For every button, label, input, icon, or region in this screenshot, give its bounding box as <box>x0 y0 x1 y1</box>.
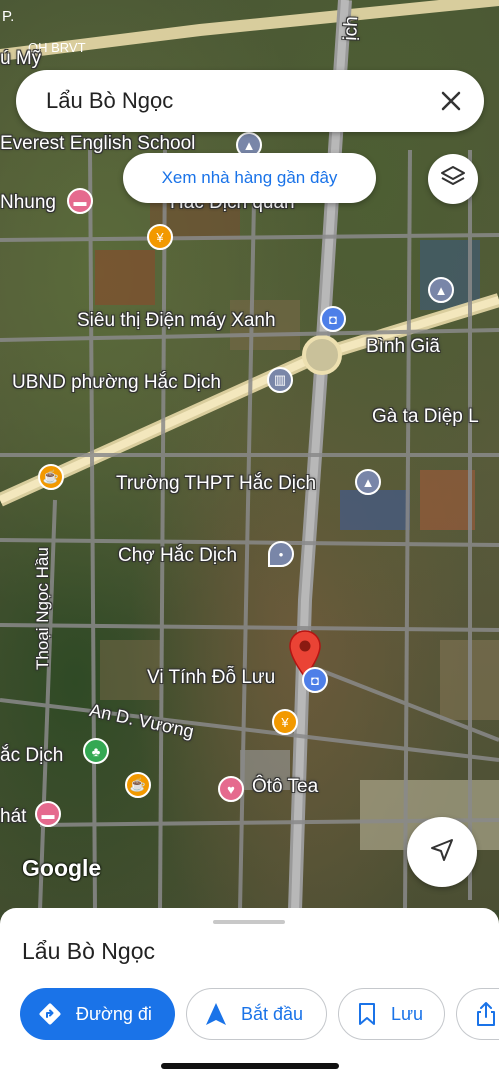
my-location-button[interactable] <box>407 817 477 887</box>
directions-icon <box>38 1002 62 1026</box>
map-view[interactable]: P. QH BRVT ú Mỹ Everest English School ▲… <box>0 0 499 910</box>
share-icon <box>475 1001 497 1027</box>
park-icon[interactable]: ♣ <box>83 738 109 764</box>
restaurant-icon-2[interactable]: ¥ <box>272 709 298 735</box>
location-arrow-icon <box>429 837 455 868</box>
government-icon[interactable]: ▥ <box>267 367 293 393</box>
cafe-icon-2[interactable]: ☕ <box>125 772 151 798</box>
search-bar[interactable]: Lẩu Bò Ngọc <box>16 70 484 132</box>
sheet-drag-handle[interactable] <box>213 920 285 924</box>
bookmark-icon <box>357 1002 377 1026</box>
home-indicator <box>161 1063 339 1069</box>
save-button[interactable]: Lưu <box>338 988 445 1040</box>
map-label-ga-ta: Gà ta Diệp L <box>372 406 479 427</box>
map-label-cho: Chợ Hắc Dịch <box>118 545 238 566</box>
start-label: Bắt đầu <box>241 1003 304 1024</box>
search-input[interactable]: Lẩu Bò Ngọc <box>46 88 173 114</box>
map-label-oto-tea: Ôtô Tea <box>252 776 319 797</box>
directions-button[interactable]: Đường đi <box>20 988 175 1040</box>
hotel-icon[interactable]: ▬ <box>67 188 93 214</box>
market-pin-icon[interactable]: • <box>268 541 294 567</box>
navigation-icon <box>205 1002 227 1026</box>
close-icon[interactable] <box>434 84 468 118</box>
map-label-binh-gia: Bình Giã <box>366 336 440 357</box>
nearby-restaurants-chip[interactable]: Xem nhà hàng gần đây <box>123 153 376 203</box>
map-label-thoai-ngoc-hau: Thoại Ngọc Hầu <box>33 547 52 670</box>
map-label-sieu-thi: Siêu thị Điện máy Xanh <box>77 310 276 331</box>
map-label-ubnd: UBND phường Hắc Dịch <box>12 372 221 393</box>
google-logo: Google <box>22 855 102 881</box>
map-label-vi-tinh: Vi Tính Đỗ Lưu <box>147 667 276 688</box>
school-icon-3[interactable]: ▲ <box>355 469 381 495</box>
place-bottom-sheet[interactable]: Lẩu Bò Ngọc Đường đi Bắt đầu Lưu <box>0 908 499 1080</box>
save-label: Lưu <box>391 1003 424 1024</box>
school-icon-2[interactable]: ▲ <box>428 277 454 303</box>
layers-icon <box>440 164 466 195</box>
map-label-hac-dich: ắc Dịch <box>0 745 64 766</box>
cafe-icon[interactable]: ☕ <box>38 464 64 490</box>
map-label-nhung: Nhung <box>0 192 56 213</box>
map-label-everest: Everest English School <box>0 133 196 154</box>
map-label-truong: Trường THPT Hắc Dịch <box>116 473 317 494</box>
hotel-icon-2[interactable]: ▬ <box>35 801 61 827</box>
map-label-road-top: ịch <box>340 15 363 42</box>
status-left: P. <box>2 8 15 25</box>
shop-icon[interactable]: ◘ <box>302 667 328 693</box>
start-button[interactable]: Bắt đầu <box>186 988 327 1040</box>
map-label-nhat: hát <box>0 806 27 827</box>
layers-button[interactable] <box>428 154 478 204</box>
favorite-icon[interactable]: ♥ <box>218 776 244 802</box>
place-title: Lẩu Bò Ngọc <box>22 938 155 964</box>
map-label-phu-my: ú Mỹ <box>0 48 42 69</box>
restaurant-icon[interactable]: ¥ <box>147 224 173 250</box>
share-button[interactable] <box>456 988 499 1040</box>
directions-label: Đường đi <box>76 1003 152 1024</box>
shopping-icon[interactable]: ◘ <box>320 306 346 332</box>
